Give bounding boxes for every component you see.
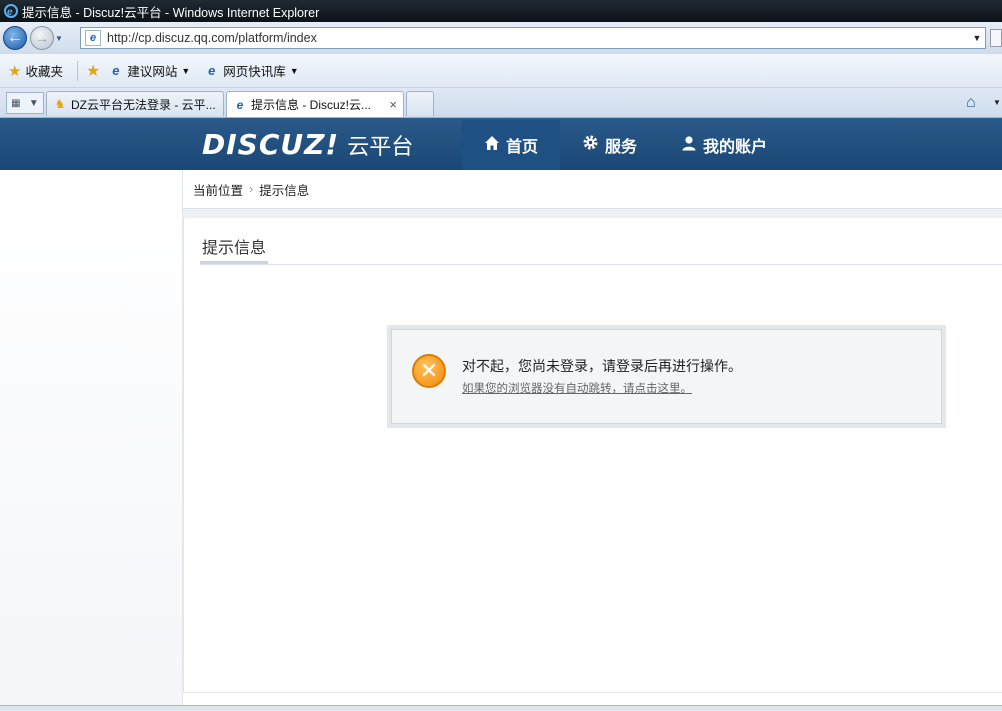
section-divider — [200, 264, 1002, 265]
tab-dz-login[interactable]: ♞ DZ云平台无法登录 - 云平... — [46, 91, 224, 116]
tab-bar: ▦ ▼ ♞ DZ云平台无法登录 - 云平... e 提示信息 - Discuz!云… — [0, 88, 1002, 118]
tab-prompt-info[interactable]: e 提示信息 - Discuz!云... × — [226, 91, 404, 117]
fav-suggested-sites[interactable]: e 建议网站 ▼ — [108, 61, 190, 80]
nav-label: 服务 — [605, 139, 638, 156]
message-box: ✕ 对不起，您尚未登录，请登录后再进行操作。 如果您的浏览器没有自动跳转，请点击… — [387, 325, 946, 428]
new-tab-button[interactable] — [406, 91, 434, 116]
ie-logo-icon: e — [4, 4, 18, 18]
dropdown-arrow-icon: ▼ — [181, 65, 191, 76]
site-logo[interactable]: DISCUZ! 云平台 — [202, 128, 413, 161]
content-panel: 提示信息 ✕ 对不起，您尚未登录，请登录后再进行操作。 如果您的浏览器没有自动跳… — [183, 218, 1002, 693]
forward-button[interactable]: → — [30, 26, 54, 50]
user-icon — [681, 135, 697, 156]
nav-label: 首页 — [506, 139, 539, 156]
favorites-label: 收藏夹 — [25, 65, 63, 79]
arrow-left-icon: ← — [7, 29, 23, 46]
tab-label: 提示信息 - Discuz!云... — [251, 98, 372, 112]
breadcrumb: 当前位置 › 提示信息 — [183, 170, 1002, 209]
page-viewport: DISCUZ! 云平台 首页 服务 我的账户 当前位置 › 提示信息 提示信息 … — [0, 118, 1002, 705]
favorites-button[interactable]: ★ 收藏夹 — [8, 61, 63, 80]
address-bar: e ▼ — [80, 27, 986, 49]
tab-label: DZ云平台无法登录 - 云平... — [71, 97, 216, 112]
add-favorite-icon[interactable]: ★ — [86, 61, 100, 81]
ie-page-icon: e — [236, 97, 244, 112]
ie-page-icon: e — [112, 63, 120, 78]
site-header: DISCUZ! 云平台 首页 服务 我的账户 — [0, 118, 1002, 170]
logo-sub: 云平台 — [347, 133, 414, 159]
status-bar — [0, 705, 1002, 711]
page-icon: e — [85, 30, 101, 46]
navigation-toolbar: ← → ▼ e ▼ — [0, 22, 1002, 54]
history-dropdown[interactable]: ▼ — [55, 34, 65, 43]
dropdown-arrow-icon: ▼ — [289, 65, 299, 76]
address-dropdown-icon[interactable]: ▼ — [969, 33, 985, 43]
arrow-right-icon: → — [35, 30, 49, 46]
message-box-inner: ✕ 对不起，您尚未登录，请登录后再进行操作。 如果您的浏览器没有自动跳转，请点击… — [391, 329, 942, 424]
section-title: 提示信息 — [200, 230, 269, 264]
redirect-link[interactable]: 如果您的浏览器没有自动跳转，请点击这里。 — [462, 380, 692, 396]
home-dropdown-icon[interactable]: ▼ — [993, 98, 1001, 107]
ie-page-icon: e — [208, 63, 216, 78]
fav-web-slice-gallery[interactable]: e 网页快讯库 ▼ — [204, 61, 299, 80]
home-icon[interactable]: ⌂ — [966, 94, 976, 112]
star-icon: ★ — [8, 62, 22, 80]
gear-icon — [582, 134, 599, 156]
home-icon — [484, 135, 500, 156]
dropdown-arrow-icon: ▼ — [28, 97, 39, 109]
divider-band — [183, 209, 1002, 218]
url-input[interactable] — [107, 31, 969, 45]
svg-text:e: e — [7, 7, 13, 18]
nav-label: 我的账户 — [703, 139, 768, 156]
logo-brand: DISCUZ! — [202, 128, 340, 161]
back-button[interactable]: ← — [3, 26, 27, 50]
breadcrumb-page: 提示信息 — [259, 183, 310, 198]
favorites-bar: ★ 收藏夹 ★ e 建议网站 ▼ e 网页快讯库 ▼ — [0, 54, 1002, 88]
fav-item-label: 建议网站 — [127, 65, 178, 79]
nav-my-account[interactable]: 我的账户 — [659, 120, 789, 170]
fav-item-label: 网页快讯库 — [223, 65, 286, 79]
close-tab-icon[interactable]: × — [389, 97, 397, 112]
nav-services[interactable]: 服务 — [560, 120, 659, 170]
quick-tabs-button[interactable]: ▦ ▼ — [6, 92, 44, 114]
tencent-favicon-icon: ♞ — [54, 97, 66, 111]
main-nav: 首页 服务 我的账户 — [462, 120, 789, 170]
error-icon: ✕ — [412, 354, 446, 388]
compatibility-view-button[interactable] — [990, 29, 1002, 47]
separator — [76, 60, 78, 81]
breadcrumb-separator: › — [249, 182, 254, 196]
message-text: 对不起，您尚未登录，请登录后再进行操作。 — [462, 358, 742, 374]
breadcrumb-current-location: 当前位置 — [193, 183, 244, 198]
window-title: 提示信息 - Discuz!云平台 - Windows Internet Exp… — [22, 5, 320, 20]
window-title-bar: e 提示信息 - Discuz!云平台 - Windows Internet E… — [0, 0, 1002, 22]
nav-home[interactable]: 首页 — [462, 120, 561, 170]
grid-icon: ▦ — [11, 97, 21, 109]
left-sidebar — [0, 170, 183, 705]
